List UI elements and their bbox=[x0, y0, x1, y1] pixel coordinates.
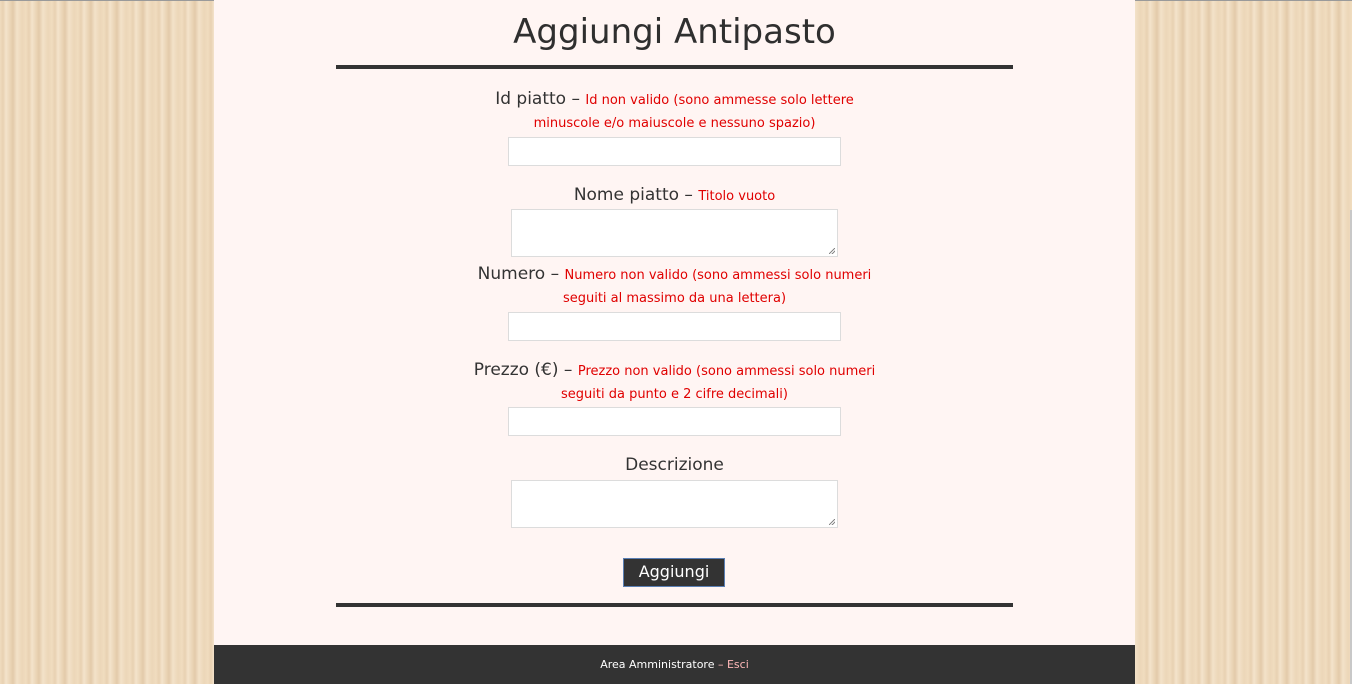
footer-area-label: Area Amministratore bbox=[600, 658, 715, 671]
id-piatto-label-row: Id piatto – Id non valido (sono ammesse … bbox=[214, 88, 1135, 112]
footer-separator: – bbox=[714, 658, 727, 671]
prezzo-label: Prezzo (€) bbox=[473, 360, 559, 380]
prezzo-input[interactable] bbox=[508, 407, 841, 436]
numero-label-row: Numero – Numero non valido (sono ammessi… bbox=[214, 263, 1135, 287]
aggiungi-button[interactable]: Aggiungi bbox=[623, 558, 725, 587]
prezzo-error-line2: seguiti da punto e 2 cifre decimali) bbox=[561, 387, 788, 402]
prezzo-error: Prezzo non valido (sono ammessi solo num… bbox=[577, 364, 876, 379]
title-divider bbox=[336, 65, 1013, 69]
descrizione-textarea[interactable] bbox=[511, 480, 838, 528]
page-title: Aggiungi Antipasto bbox=[513, 12, 836, 52]
numero-error-line2: seguiti al massimo da una lettera) bbox=[562, 291, 787, 306]
descrizione-label: Descrizione bbox=[625, 455, 724, 475]
numero-input[interactable] bbox=[508, 312, 841, 341]
numero-error: Numero non valido (sono ammessi solo num… bbox=[564, 268, 872, 283]
numero-label: Numero bbox=[477, 264, 546, 284]
form-bottom-divider bbox=[336, 603, 1013, 607]
nome-piatto-textarea[interactable] bbox=[511, 209, 838, 257]
footer: Area Amministratore – Esci bbox=[214, 645, 1135, 684]
label-separator: – bbox=[679, 185, 699, 205]
id-piatto-label: Id piatto bbox=[495, 89, 567, 109]
nome-piatto-error: Titolo vuoto bbox=[698, 189, 776, 204]
label-separator: – bbox=[566, 89, 586, 109]
resize-grip-icon[interactable] bbox=[829, 248, 835, 254]
label-separator: – bbox=[545, 264, 565, 284]
id-piatto-input[interactable] bbox=[508, 137, 841, 166]
resize-grip-icon[interactable] bbox=[829, 519, 835, 525]
prezzo-label-row: Prezzo (€) – Prezzo non valido (sono amm… bbox=[214, 359, 1135, 383]
logout-link[interactable]: Esci bbox=[727, 658, 749, 671]
id-piatto-error-line2: minuscole e/o maiuscole e nessuno spazio… bbox=[533, 116, 816, 131]
nome-piatto-label-row: Nome piatto – Titolo vuoto bbox=[214, 184, 1135, 208]
content-panel: Aggiungi Antipasto Id piatto – Id non va… bbox=[214, 0, 1135, 645]
id-piatto-error: Id non valido (sono ammesse solo lettere bbox=[585, 93, 854, 108]
nome-piatto-label: Nome piatto bbox=[573, 185, 680, 205]
label-separator: – bbox=[558, 360, 578, 380]
